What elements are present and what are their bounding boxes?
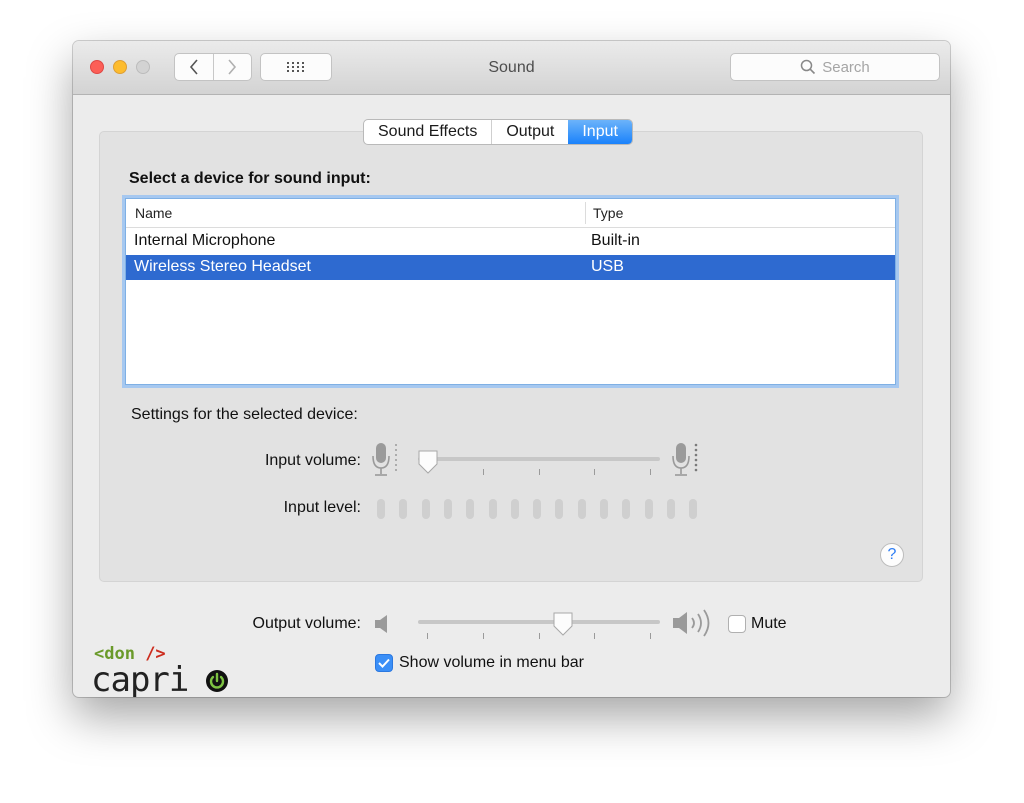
slider-tick — [594, 633, 595, 639]
power-icon — [206, 670, 228, 692]
slider-tick — [539, 469, 540, 475]
level-segment — [689, 499, 698, 519]
logo-name: capri — [91, 660, 189, 697]
tab-input[interactable]: Input — [568, 120, 632, 144]
slider-tick — [650, 633, 651, 639]
slider-track — [418, 620, 660, 624]
level-segment — [533, 499, 542, 519]
table-header: Name Type — [126, 199, 895, 228]
settings-label: Settings for the selected device: — [131, 406, 358, 423]
search-placeholder: Search — [822, 58, 870, 76]
help-button[interactable]: ? — [880, 543, 904, 567]
level-segment — [666, 499, 675, 519]
device-type: USB — [591, 258, 624, 275]
table-row-selected[interactable]: Wireless Stereo Headset USB — [126, 255, 895, 280]
level-segment — [622, 499, 631, 519]
column-header-name[interactable]: Name — [135, 205, 172, 221]
slider-tick — [483, 633, 484, 639]
level-segment — [644, 499, 653, 519]
level-segment — [421, 499, 430, 519]
title-bar: Sound Search — [73, 41, 950, 95]
slider-tick — [427, 633, 428, 639]
level-segment — [443, 499, 452, 519]
column-header-type[interactable]: Type — [593, 205, 623, 221]
microphone-high-icon — [672, 443, 698, 476]
logo-watermark: <don /> capri — [91, 644, 231, 697]
column-divider — [585, 202, 586, 224]
slider-tick — [483, 469, 484, 475]
level-segment — [577, 499, 586, 519]
level-segment — [377, 499, 385, 519]
tab-bar: Sound Effects Output Input — [363, 119, 633, 145]
device-name: Wireless Stereo Headset — [134, 258, 311, 275]
mute-checkbox[interactable] — [728, 615, 746, 633]
show-volume-checkbox[interactable] — [375, 654, 393, 672]
level-segment — [510, 499, 519, 519]
search-icon — [800, 59, 816, 75]
tab-sound-effects[interactable]: Sound Effects — [364, 120, 491, 144]
level-segment — [555, 499, 564, 519]
level-segment — [488, 499, 497, 519]
microphone-low-icon — [372, 443, 397, 476]
device-name: Internal Microphone — [134, 232, 276, 249]
slider-track — [418, 457, 660, 461]
slider-tick — [594, 469, 595, 475]
slider-knob[interactable] — [416, 449, 440, 475]
checkmark-icon — [378, 658, 390, 668]
input-device-table[interactable]: Name Type Internal Microphone Built-in W… — [125, 198, 896, 385]
table-row[interactable]: Internal Microphone Built-in — [126, 229, 895, 254]
device-section-title: Select a device for sound input: — [129, 170, 371, 187]
device-type: Built-in — [591, 232, 640, 249]
speaker-high-icon — [673, 609, 710, 637]
tab-output[interactable]: Output — [491, 120, 568, 144]
input-level-label: Input level: — [283, 499, 361, 516]
level-segment — [466, 499, 475, 519]
sound-preferences-window: Sound Search Sound Effects Output Input … — [73, 41, 950, 697]
mute-label: Mute — [751, 615, 787, 632]
output-volume-label: Output volume: — [252, 615, 362, 632]
level-segment — [399, 499, 408, 519]
input-volume-label: Input volume: — [264, 452, 361, 469]
level-segment — [600, 499, 608, 519]
slider-tick — [539, 633, 540, 639]
search-field[interactable]: Search — [730, 53, 940, 81]
show-volume-label: Show volume in menu bar — [399, 654, 584, 671]
slider-knob[interactable] — [551, 611, 575, 637]
slider-tick — [650, 469, 651, 475]
speaker-low-icon — [375, 615, 387, 633]
